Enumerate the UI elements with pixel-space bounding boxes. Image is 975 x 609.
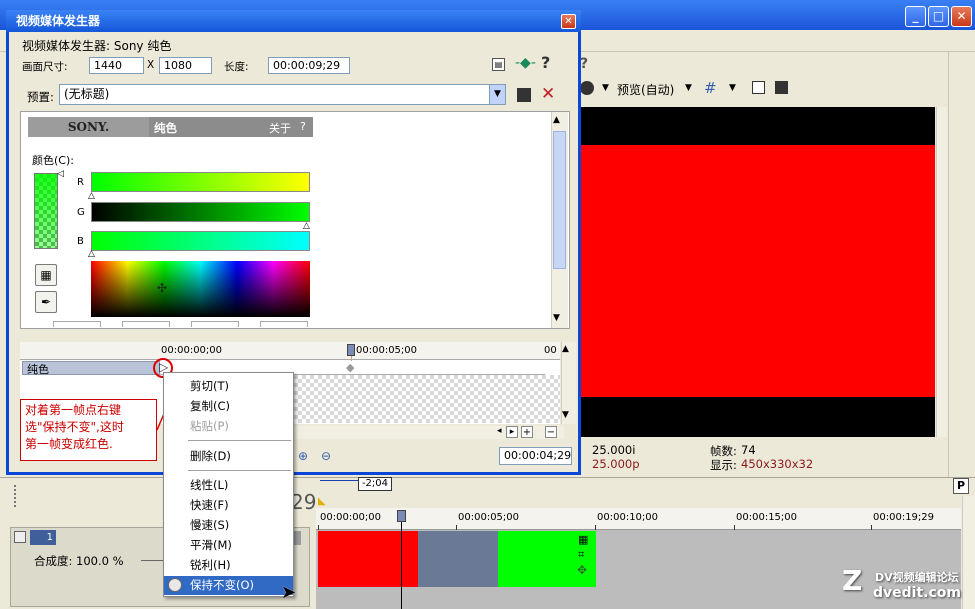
annotation-arrows xyxy=(156,379,184,589)
menu-item-delete[interactable]: 删除(D) xyxy=(164,447,293,466)
menu-separator xyxy=(188,440,291,441)
menu-item-sharp[interactable]: 锐利(H) xyxy=(164,556,293,575)
menu-item-linear[interactable]: 线性(L) xyxy=(164,476,293,495)
annotation-note: 对着第一帧点右键 选"保持不变",这时 第一帧变成红色. xyxy=(20,399,157,461)
menu-item-slow[interactable]: 慢速(S) xyxy=(164,516,293,535)
watermark-logo-icon: Z xyxy=(842,564,863,597)
menu-item-fast[interactable]: 快速(F) xyxy=(164,496,293,515)
watermark-site: dvedit.com xyxy=(873,585,961,601)
mouse-pointer-icon: ➤ xyxy=(281,582,297,603)
menu-separator xyxy=(188,470,291,471)
menu-item-smooth[interactable]: 平滑(M) xyxy=(164,536,293,555)
menu-item-copy[interactable]: 复制(C) xyxy=(164,397,293,416)
keyframe-context-menu: 剪切(T) 复制(C) 粘贴(P) 删除(D) 线性(L) 快速(F) 慢速(S… xyxy=(163,372,294,597)
watermark-cn: DV视频编辑论坛 xyxy=(875,571,959,584)
menu-item-cut[interactable]: 剪切(T) xyxy=(164,377,293,396)
menu-item-paste: 粘贴(P) xyxy=(190,419,229,433)
hold-radio-icon xyxy=(168,578,182,592)
menu-item-hold[interactable]: 保持不变(O) xyxy=(164,576,293,595)
